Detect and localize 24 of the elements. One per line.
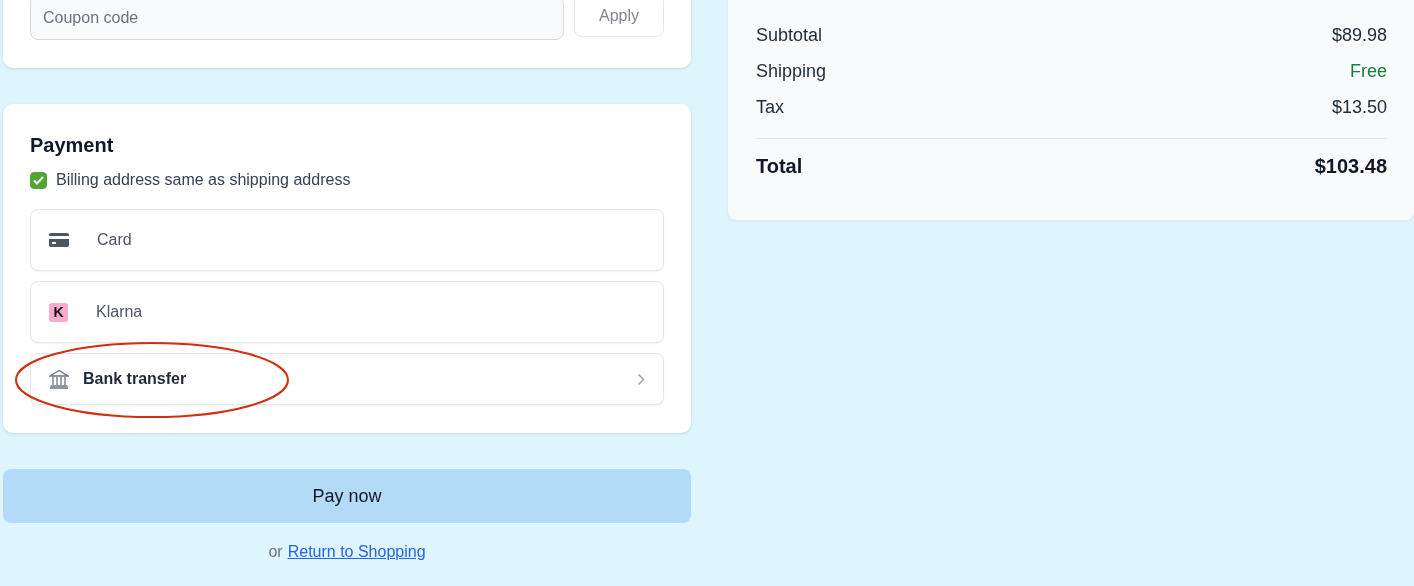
summary-label: Shipping [756,60,827,82]
coupon-field[interactable]: Coupon code [30,0,564,40]
return-to-shopping-link[interactable]: Return to Shopping [287,543,426,561]
chevron-right-icon [637,372,645,386]
credit-card-icon [49,232,69,248]
summary-label: Tax [756,96,784,118]
payment-method-option[interactable]: K Klarna [30,281,664,343]
klarna-icon: K [49,302,68,322]
billing-checkbox[interactable] [30,171,47,189]
apply-button[interactable]: Apply [574,0,664,37]
summary-value: $89.98 [1331,24,1387,46]
checkmark-icon [33,175,44,185]
or-text: or [268,543,283,561]
payment-title: Payment [30,134,115,157]
billing-label: Billing address same as shipping address [56,171,351,189]
summary-label: Subtotal [756,24,823,46]
payment-method-option[interactable]: Bank transfer [30,353,664,405]
summary-value: Free [1350,60,1387,82]
bank-icon [49,369,69,389]
payment-method-option[interactable]: Card [30,209,664,271]
summary-value: $13.50 [1331,96,1387,118]
pay-now-button[interactable]: Pay now [3,469,691,523]
summary-value: $103.48 [1314,155,1387,178]
summary-label: Total [756,155,803,178]
